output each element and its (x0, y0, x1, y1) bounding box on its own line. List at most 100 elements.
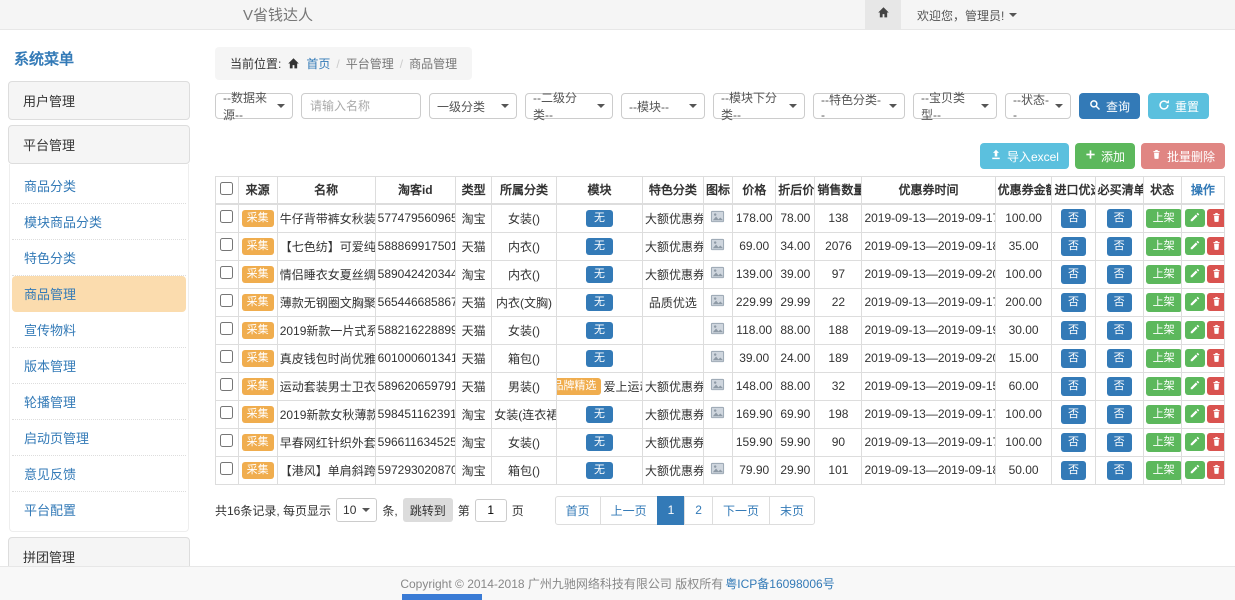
item-type-select[interactable]: --宝贝类型-- (913, 93, 997, 119)
must-buy-toggle[interactable]: 否 (1107, 321, 1132, 340)
sidebar-item-product-category[interactable]: 商品分类 (12, 168, 186, 204)
status-button[interactable]: 上架 (1146, 349, 1182, 368)
row-checkbox[interactable] (220, 462, 233, 475)
import-select-toggle[interactable]: 否 (1061, 349, 1086, 368)
sidebar-item-carousel-management[interactable]: 轮播管理 (12, 384, 186, 420)
breadcrumb-home-link[interactable]: 首页 (306, 55, 330, 72)
delete-button[interactable] (1207, 265, 1225, 283)
sidebar-item-featured-category[interactable]: 特色分类 (12, 240, 186, 276)
home-button[interactable] (865, 0, 901, 30)
import-select-toggle[interactable]: 否 (1061, 237, 1086, 256)
import-select-toggle[interactable]: 否 (1061, 321, 1086, 340)
delete-button[interactable] (1207, 433, 1225, 451)
row-checkbox[interactable] (220, 378, 233, 391)
delete-button[interactable] (1207, 237, 1225, 255)
edit-button[interactable] (1185, 265, 1205, 283)
edit-button[interactable] (1185, 209, 1205, 227)
must-buy-toggle[interactable]: 否 (1107, 349, 1132, 368)
import-select-toggle[interactable]: 否 (1061, 293, 1086, 312)
must-buy-toggle[interactable]: 否 (1107, 209, 1132, 228)
must-buy-toggle[interactable]: 否 (1107, 405, 1132, 424)
row-checkbox[interactable] (220, 294, 233, 307)
import-select-toggle[interactable]: 否 (1061, 433, 1086, 452)
status-button[interactable]: 上架 (1146, 321, 1182, 340)
must-buy-toggle[interactable]: 否 (1107, 293, 1132, 312)
sidebar-item-promo-materials[interactable]: 宣传物料 (12, 312, 186, 348)
row-checkbox[interactable] (220, 406, 233, 419)
row-checkbox[interactable] (220, 322, 233, 335)
import-select-toggle[interactable]: 否 (1061, 265, 1086, 284)
jump-button[interactable]: 跳转到 (403, 498, 453, 522)
user-menu[interactable]: 欢迎您，管理员! (917, 7, 1017, 24)
name-search-input[interactable] (301, 93, 421, 119)
sidebar-item-splash-management[interactable]: 启动页管理 (12, 420, 186, 456)
status-select[interactable]: --状态-- (1005, 93, 1071, 119)
page-number-input[interactable] (475, 499, 507, 522)
import-select-toggle[interactable]: 否 (1061, 405, 1086, 424)
must-buy-toggle[interactable]: 否 (1107, 433, 1132, 452)
delete-button[interactable] (1207, 209, 1225, 227)
sidebar-item-version-management[interactable]: 版本管理 (12, 348, 186, 384)
module-select[interactable]: --模块-- (621, 93, 705, 119)
search-button[interactable]: 查询 (1079, 93, 1140, 119)
row-checkbox[interactable] (220, 238, 233, 251)
sidebar-item-product-management[interactable]: 商品管理 (12, 276, 186, 312)
row-checkbox[interactable] (220, 350, 233, 363)
must-buy-toggle[interactable]: 否 (1107, 461, 1132, 480)
status-button[interactable]: 上架 (1146, 405, 1182, 424)
status-button[interactable]: 上架 (1146, 265, 1182, 284)
sidebar-item-module-product-category[interactable]: 模块商品分类 (12, 204, 186, 240)
must-buy-toggle[interactable]: 否 (1107, 265, 1132, 284)
edit-button[interactable] (1185, 237, 1205, 255)
sidebar-group-user-management[interactable]: 用户管理 (8, 81, 190, 120)
delete-button[interactable] (1207, 293, 1225, 311)
per-page-select[interactable]: 10 (336, 498, 377, 522)
status-button[interactable]: 上架 (1146, 377, 1182, 396)
edit-button[interactable] (1185, 377, 1205, 395)
page-1-button[interactable]: 1 (657, 496, 686, 525)
level1-category-select[interactable]: 一级分类 (429, 93, 517, 119)
data-source-select[interactable]: --数据来源-- (215, 93, 293, 119)
next-page-button[interactable]: 下一页 (712, 496, 770, 525)
edit-button[interactable] (1185, 293, 1205, 311)
edit-button[interactable] (1185, 405, 1205, 423)
import-select-toggle[interactable]: 否 (1061, 461, 1086, 480)
import-select-toggle[interactable]: 否 (1061, 209, 1086, 228)
add-button[interactable]: 添加 (1075, 143, 1135, 169)
reset-button[interactable]: 重置 (1148, 93, 1209, 119)
featured-category-select[interactable]: --特色分类-- (813, 93, 905, 119)
edit-button[interactable] (1185, 321, 1205, 339)
row-checkbox[interactable] (220, 266, 233, 279)
import-excel-button[interactable]: 导入excel (980, 143, 1069, 169)
first-page-button[interactable]: 首页 (555, 496, 601, 525)
row-checkbox[interactable] (220, 210, 233, 223)
page-2-button[interactable]: 2 (684, 496, 713, 525)
delete-button[interactable] (1207, 405, 1225, 423)
edit-button[interactable] (1185, 433, 1205, 451)
sidebar-group-platform-management[interactable]: 平台管理 (8, 125, 190, 164)
edit-button[interactable] (1185, 461, 1205, 479)
status-button[interactable]: 上架 (1146, 461, 1182, 480)
select-all-checkbox[interactable] (220, 182, 233, 195)
sidebar-item-platform-config[interactable]: 平台配置 (12, 492, 186, 527)
edit-button[interactable] (1185, 349, 1205, 367)
delete-button[interactable] (1207, 377, 1225, 395)
must-buy-toggle[interactable]: 否 (1107, 377, 1132, 396)
status-button[interactable]: 上架 (1146, 237, 1182, 256)
icp-link[interactable]: 粤ICP备16098006号 (725, 575, 834, 592)
status-button[interactable]: 上架 (1146, 433, 1182, 452)
delete-button[interactable] (1207, 349, 1225, 367)
module-subcategory-select[interactable]: --模块下分类-- (713, 93, 805, 119)
status-button[interactable]: 上架 (1146, 293, 1182, 312)
import-select-toggle[interactable]: 否 (1061, 377, 1086, 396)
row-checkbox[interactable] (220, 434, 233, 447)
prev-page-button[interactable]: 上一页 (600, 496, 658, 525)
level2-category-select[interactable]: --二级分类-- (525, 93, 613, 119)
bulk-delete-button[interactable]: 批量删除 (1141, 143, 1225, 169)
must-buy-toggle[interactable]: 否 (1107, 237, 1132, 256)
delete-button[interactable] (1207, 321, 1225, 339)
status-button[interactable]: 上架 (1146, 209, 1182, 228)
sidebar-item-feedback[interactable]: 意见反馈 (12, 456, 186, 492)
last-page-button[interactable]: 末页 (769, 496, 815, 525)
delete-button[interactable] (1207, 461, 1225, 479)
